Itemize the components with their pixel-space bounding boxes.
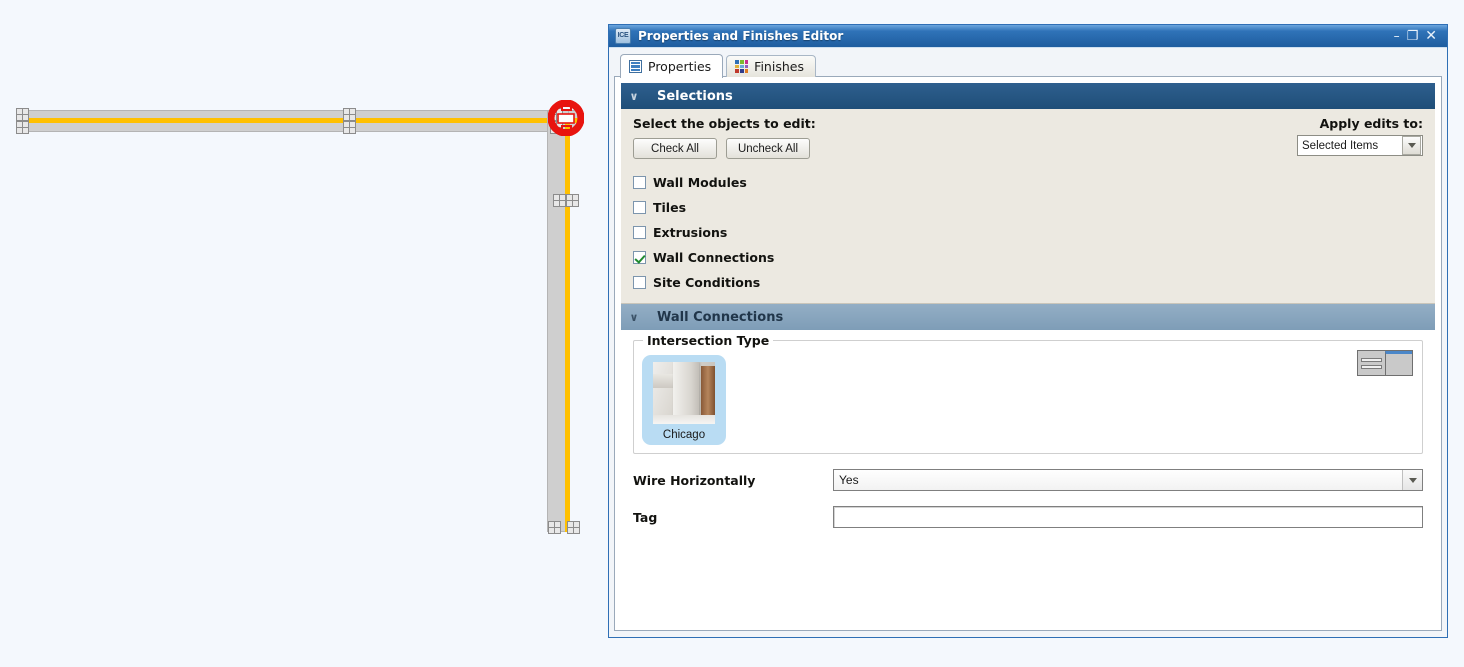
color-grid-icon (735, 60, 749, 73)
vertical-wall-centerline (565, 118, 570, 532)
chicago-thumbnail-icon (653, 362, 715, 424)
tag-label: Tag (633, 509, 658, 525)
checkbox-site-conditions[interactable]: Site Conditions (633, 270, 1423, 295)
tag-input[interactable] (833, 506, 1423, 528)
screen-root: ICE Properties and Finishes Editor – ❐ ✕… (0, 0, 1464, 667)
maximize-icon[interactable]: ❐ (1407, 30, 1419, 43)
list-icon (629, 60, 642, 73)
chevron-down-icon[interactable]: ∨ (621, 90, 647, 103)
checkbox-label: Wall Modules (653, 175, 747, 190)
tag-row: Tag (633, 506, 1423, 528)
wall-grip-handle[interactable] (566, 194, 579, 207)
checkbox-extrusions[interactable]: Extrusions (633, 220, 1423, 245)
apply-edits-to-label: Apply edits to: (1319, 116, 1423, 131)
view-mode-toggle[interactable] (1357, 350, 1413, 376)
intersection-type-item-chicago[interactable]: Chicago (642, 355, 726, 445)
checkbox-label: Wall Connections (653, 250, 775, 265)
wall-grip-handle[interactable] (553, 194, 566, 207)
wall-grip-handle[interactable] (343, 108, 356, 121)
check-all-button[interactable]: Check All (633, 138, 717, 159)
tab-properties[interactable]: Properties (620, 54, 724, 78)
object-type-checkbox-list: Wall Modules Tiles Extrusions Wall Conne… (633, 170, 1423, 295)
checkbox-icon[interactable] (633, 201, 646, 214)
chevron-down-icon[interactable] (1402, 136, 1421, 155)
selections-section-title: Selections (657, 88, 733, 104)
wall-grip-handle[interactable] (16, 121, 29, 134)
wire-horizontally-label: Wire Horizontally (633, 472, 756, 488)
chevron-down-icon[interactable] (1402, 470, 1422, 490)
checkbox-wall-connections[interactable]: Wall Connections (633, 245, 1423, 270)
selections-section-body: Select the objects to edit: Check All Un… (621, 109, 1435, 304)
checkbox-icon[interactable] (633, 276, 646, 289)
tab-properties-label: Properties (648, 59, 712, 74)
wall-grip-handle[interactable] (16, 108, 29, 121)
intersection-type-label: Intersection Type (643, 333, 774, 348)
apply-edits-to-value: Selected Items (1302, 139, 1379, 152)
wire-horizontally-row: Wire Horizontally Yes (633, 469, 1423, 491)
tab-strip: Properties Finishes (614, 52, 1442, 78)
wall-grip-handle[interactable] (548, 521, 561, 534)
tab-finishes[interactable]: Finishes (726, 55, 816, 77)
checkbox-icon[interactable] (633, 226, 646, 239)
selections-prompt: Select the objects to edit: (633, 116, 816, 131)
checkbox-tiles[interactable]: Tiles (633, 195, 1423, 220)
checkbox-label: Tiles (653, 200, 687, 215)
wall-grip-handle[interactable] (343, 121, 356, 134)
list-view-icon[interactable] (1358, 351, 1385, 375)
wall-connections-section-body: Intersection Type Chicago Wire Horizonta… (621, 330, 1435, 624)
uncheck-all-button[interactable]: Uncheck All (726, 138, 810, 159)
wire-horizontally-value: Yes (839, 473, 859, 487)
title-bar[interactable]: ICE Properties and Finishes Editor – ❐ ✕ (609, 25, 1447, 47)
chevron-down-icon[interactable]: ∨ (621, 311, 647, 324)
window-title: Properties and Finishes Editor (638, 29, 844, 43)
wall-grip-handle[interactable] (567, 521, 580, 534)
window-controls: – ❐ ✕ (1394, 29, 1443, 43)
apply-edits-to-select[interactable]: Selected Items (1297, 135, 1423, 156)
intersection-type-item-label: Chicago (662, 429, 706, 441)
horizontal-wall-centerline (22, 118, 578, 123)
wall-connections-section-header[interactable]: ∨ Wall Connections (621, 304, 1435, 330)
checkbox-wall-modules[interactable]: Wall Modules (633, 170, 1423, 195)
thumbnail-view-icon[interactable] (1385, 351, 1412, 375)
checkbox-label: Extrusions (653, 225, 728, 240)
properties-and-finishes-editor-window: ICE Properties and Finishes Editor – ❐ ✕… (608, 24, 1448, 638)
properties-tab-panel: ∨ Selections Select the objects to edit:… (614, 76, 1442, 631)
floor-plan-canvas[interactable] (0, 0, 604, 667)
wall-connection-marker[interactable] (548, 100, 584, 136)
window-body: Properties Finishes ∨ Selections Select … (609, 47, 1447, 637)
selections-section-header[interactable]: ∨ Selections (621, 83, 1435, 109)
minimize-icon[interactable]: – (1394, 29, 1400, 43)
wall-connections-section-title: Wall Connections (657, 309, 784, 325)
checkbox-label: Site Conditions (653, 275, 761, 290)
checkbox-icon[interactable] (633, 176, 646, 189)
tab-finishes-label: Finishes (754, 59, 804, 74)
intersection-type-group: Intersection Type Chicago (633, 333, 1423, 454)
checkbox-checked-icon[interactable] (633, 251, 646, 264)
app-logo-icon: ICE (615, 28, 631, 44)
wire-horizontally-select[interactable]: Yes (833, 469, 1423, 491)
close-icon[interactable]: ✕ (1425, 29, 1437, 43)
